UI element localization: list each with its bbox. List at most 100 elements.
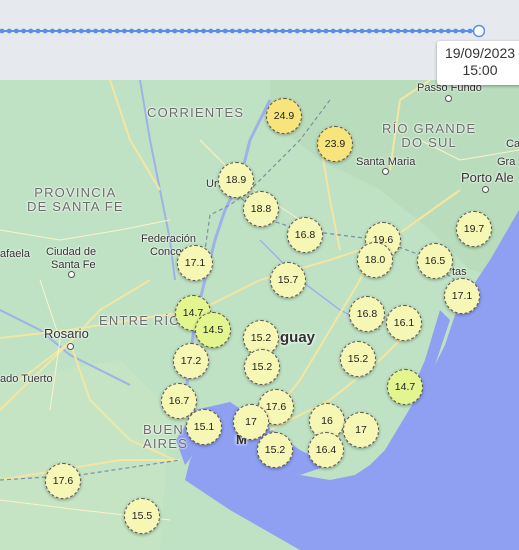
station-value: 17 [245, 416, 257, 428]
city-dot-santa-maria [382, 168, 389, 175]
region-label-buenos-aires-line2: AIRES [143, 436, 189, 451]
region-label-rio-grande-line2: DO SUL [401, 135, 457, 150]
station-marker[interactable]: 18.0 [357, 242, 393, 278]
region-label-buenos-aires-line1: BUEN [143, 422, 184, 437]
timeline-step [251, 28, 257, 34]
timeline-step [143, 28, 149, 34]
timeline-step [208, 28, 214, 34]
timeline-step [172, 28, 178, 34]
timeline-step [453, 28, 458, 34]
city-label-federacion: Federación [141, 233, 197, 245]
station-value: 18.0 [364, 254, 386, 266]
timeline-step [460, 28, 466, 34]
timeline-step [467, 28, 473, 34]
station-marker[interactable]: 15.1 [186, 409, 222, 445]
timeline-step [107, 28, 113, 34]
timeline-step [122, 28, 127, 34]
time-label-time: 15:00 [462, 62, 498, 78]
timeline-step [446, 28, 451, 34]
timeline-step [50, 28, 55, 34]
city-label-santa-maria: Santa Maria [356, 156, 416, 168]
station-marker[interactable]: 15.2 [340, 341, 376, 377]
timeline-step [150, 28, 156, 34]
station-marker[interactable]: 14.7 [387, 369, 423, 405]
station-marker[interactable]: 17.2 [173, 343, 209, 379]
timeline-step [78, 28, 84, 34]
station-value: 23.9 [324, 138, 346, 150]
timeline-step [352, 28, 358, 34]
timeline-step [230, 28, 235, 34]
timeline-step [438, 28, 444, 34]
city-label-venado-tuerto: ado Tuerto [0, 373, 53, 385]
city-label-tas: tas [452, 266, 467, 278]
city-dot-passo-fundo [445, 95, 452, 102]
country-label-uruguay: guay [280, 329, 316, 346]
station-marker[interactable]: 16.8 [349, 296, 385, 332]
timeline-step [42, 28, 48, 34]
station-marker[interactable]: 18.8 [243, 191, 279, 227]
station-marker[interactable]: 17.6 [45, 463, 81, 499]
timeline-step [129, 28, 135, 34]
station-marker[interactable]: 23.9 [317, 126, 353, 162]
station-marker[interactable]: 19.7 [456, 211, 492, 247]
station-value: 14.5 [202, 324, 224, 336]
timeline-step [0, 28, 5, 34]
region-label-buenos-aires: BUEN AIRES [143, 423, 188, 451]
timeline-step [316, 28, 322, 34]
station-marker[interactable]: 16.4 [308, 432, 344, 468]
station-marker[interactable]: 15.7 [270, 262, 306, 298]
city-dot-santa-fe [68, 271, 75, 278]
station-value: 15.2 [250, 332, 272, 344]
timeline-slider[interactable] [0, 24, 485, 40]
station-value: 16 [321, 415, 333, 427]
timeline-step [431, 28, 437, 34]
station-value: 15.5 [131, 510, 153, 522]
station-value: 16.1 [393, 317, 415, 329]
timeline-step [258, 28, 264, 34]
station-value: 17.6 [265, 401, 287, 413]
region-label-santa-fe-line1: PROVINCIA [34, 185, 117, 200]
station-marker[interactable]: 17 [343, 412, 379, 448]
timeline-step [215, 28, 221, 34]
region-label-entre-rios: ENTRE RÍO [99, 313, 181, 328]
station-marker[interactable]: 16.1 [386, 305, 422, 341]
station-marker[interactable]: 14.5 [195, 312, 231, 348]
station-marker[interactable]: 16.8 [287, 217, 323, 253]
station-marker[interactable]: 15.5 [124, 498, 160, 534]
timeline-step [294, 28, 300, 34]
timeline-step [410, 28, 415, 34]
station-value: 16.4 [315, 444, 337, 456]
city-dot-rosario [67, 343, 74, 350]
timeline-bar: 19/09/2023 15:00 [0, 0, 519, 85]
timeline-step [323, 28, 329, 34]
station-marker[interactable]: 18.9 [218, 162, 254, 198]
timeline-step [114, 28, 120, 34]
timeline-step [287, 28, 293, 34]
time-label: 19/09/2023 15:00 [437, 41, 519, 85]
timeline-step [388, 28, 394, 34]
station-value: 15.2 [264, 444, 286, 456]
timeline-step [244, 28, 250, 34]
station-marker[interactable]: 17.1 [177, 245, 213, 281]
station-value: 17 [355, 424, 367, 436]
timeline-step [302, 28, 307, 34]
timeline-step [309, 28, 314, 34]
station-value: 18.9 [225, 174, 247, 186]
timeline-handle[interactable] [472, 24, 485, 38]
region-label-rio-grande: RÍO GRANDE DO SUL [382, 122, 476, 150]
city-label-gra: Gra [497, 156, 516, 168]
station-marker[interactable]: 15.2 [244, 349, 280, 385]
city-label-porto-alegre: Porto Ale [461, 170, 514, 185]
station-marker[interactable]: 17.1 [444, 278, 480, 314]
timeline-step [93, 28, 98, 34]
station-marker[interactable]: 24.9 [266, 98, 302, 134]
station-marker[interactable]: 16.5 [417, 243, 453, 279]
station-value: 17.2 [180, 355, 202, 367]
map-view[interactable]: CORRIENTES RÍO GRANDE DO SUL PROVINCIA D… [0, 80, 519, 550]
city-label-rafaela: afaela [0, 248, 30, 260]
station-value: 24.9 [273, 110, 295, 122]
timeline-step [100, 28, 106, 34]
timeline-step [28, 28, 34, 34]
city-label-rosario: Rosario [44, 326, 89, 341]
station-marker[interactable]: 15.2 [257, 432, 293, 468]
